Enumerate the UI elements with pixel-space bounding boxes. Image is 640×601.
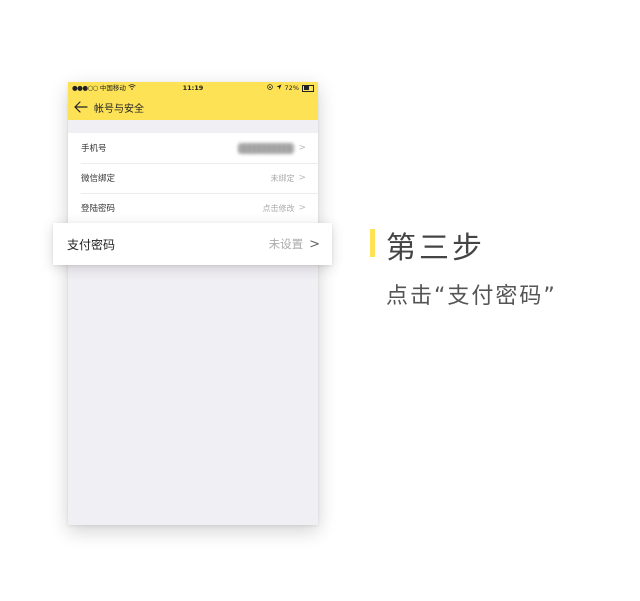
row-value: 点击修改 [262, 203, 295, 213]
blurred-phone-number [238, 142, 295, 154]
settings-row-payment-password[interactable]: 支付密码 未设置 > [53, 223, 332, 265]
settings-row-wechat[interactable]: 微信绑定 未绑定 > [68, 163, 318, 193]
row-label: 登陆密码 [81, 204, 116, 214]
back-arrow-icon[interactable] [74, 99, 90, 115]
app-header: ●●●○○ 中国移动 11:19 72% 帐号与安全 [68, 82, 318, 120]
step-accent-bar [370, 229, 375, 257]
settings-list: 手机号 > 微信绑定 未绑定 > 登陆密码 点击修改 > [68, 133, 318, 223]
battery-fill [303, 86, 310, 90]
step-title: 第三步 [386, 231, 485, 266]
settings-row-login-password[interactable]: 登陆密码 点击修改 > [68, 193, 318, 223]
row-label: 手机号 [81, 144, 107, 154]
settings-row-phone[interactable]: 手机号 > [68, 133, 318, 163]
chevron-right-icon: > [298, 173, 306, 183]
battery-icon [302, 84, 314, 92]
battery-percent: 72% [284, 84, 299, 92]
status-bar-right: 72% [266, 82, 314, 94]
chevron-right-icon: > [309, 236, 320, 252]
location-arrow-icon [276, 82, 282, 94]
chevron-right-icon: > [298, 143, 306, 153]
status-bar: ●●●○○ 中国移动 11:19 72% [68, 82, 318, 94]
row-label: 支付密码 [67, 237, 116, 252]
step-subtitle: 点击“支付密码” [386, 284, 557, 309]
nav-bar: 帐号与安全 [68, 96, 318, 118]
row-value: 未绑定 [270, 173, 295, 183]
row-label: 微信绑定 [81, 174, 116, 184]
phone-screen: ●●●○○ 中国移动 11:19 72% 帐号与安全 手机号 > 微信绑定 未绑… [68, 82, 318, 525]
page-title: 帐号与安全 [94, 103, 144, 115]
row-value: 未设置 [268, 237, 304, 251]
rotation-lock-icon [266, 82, 273, 94]
chevron-right-icon: > [298, 203, 306, 213]
